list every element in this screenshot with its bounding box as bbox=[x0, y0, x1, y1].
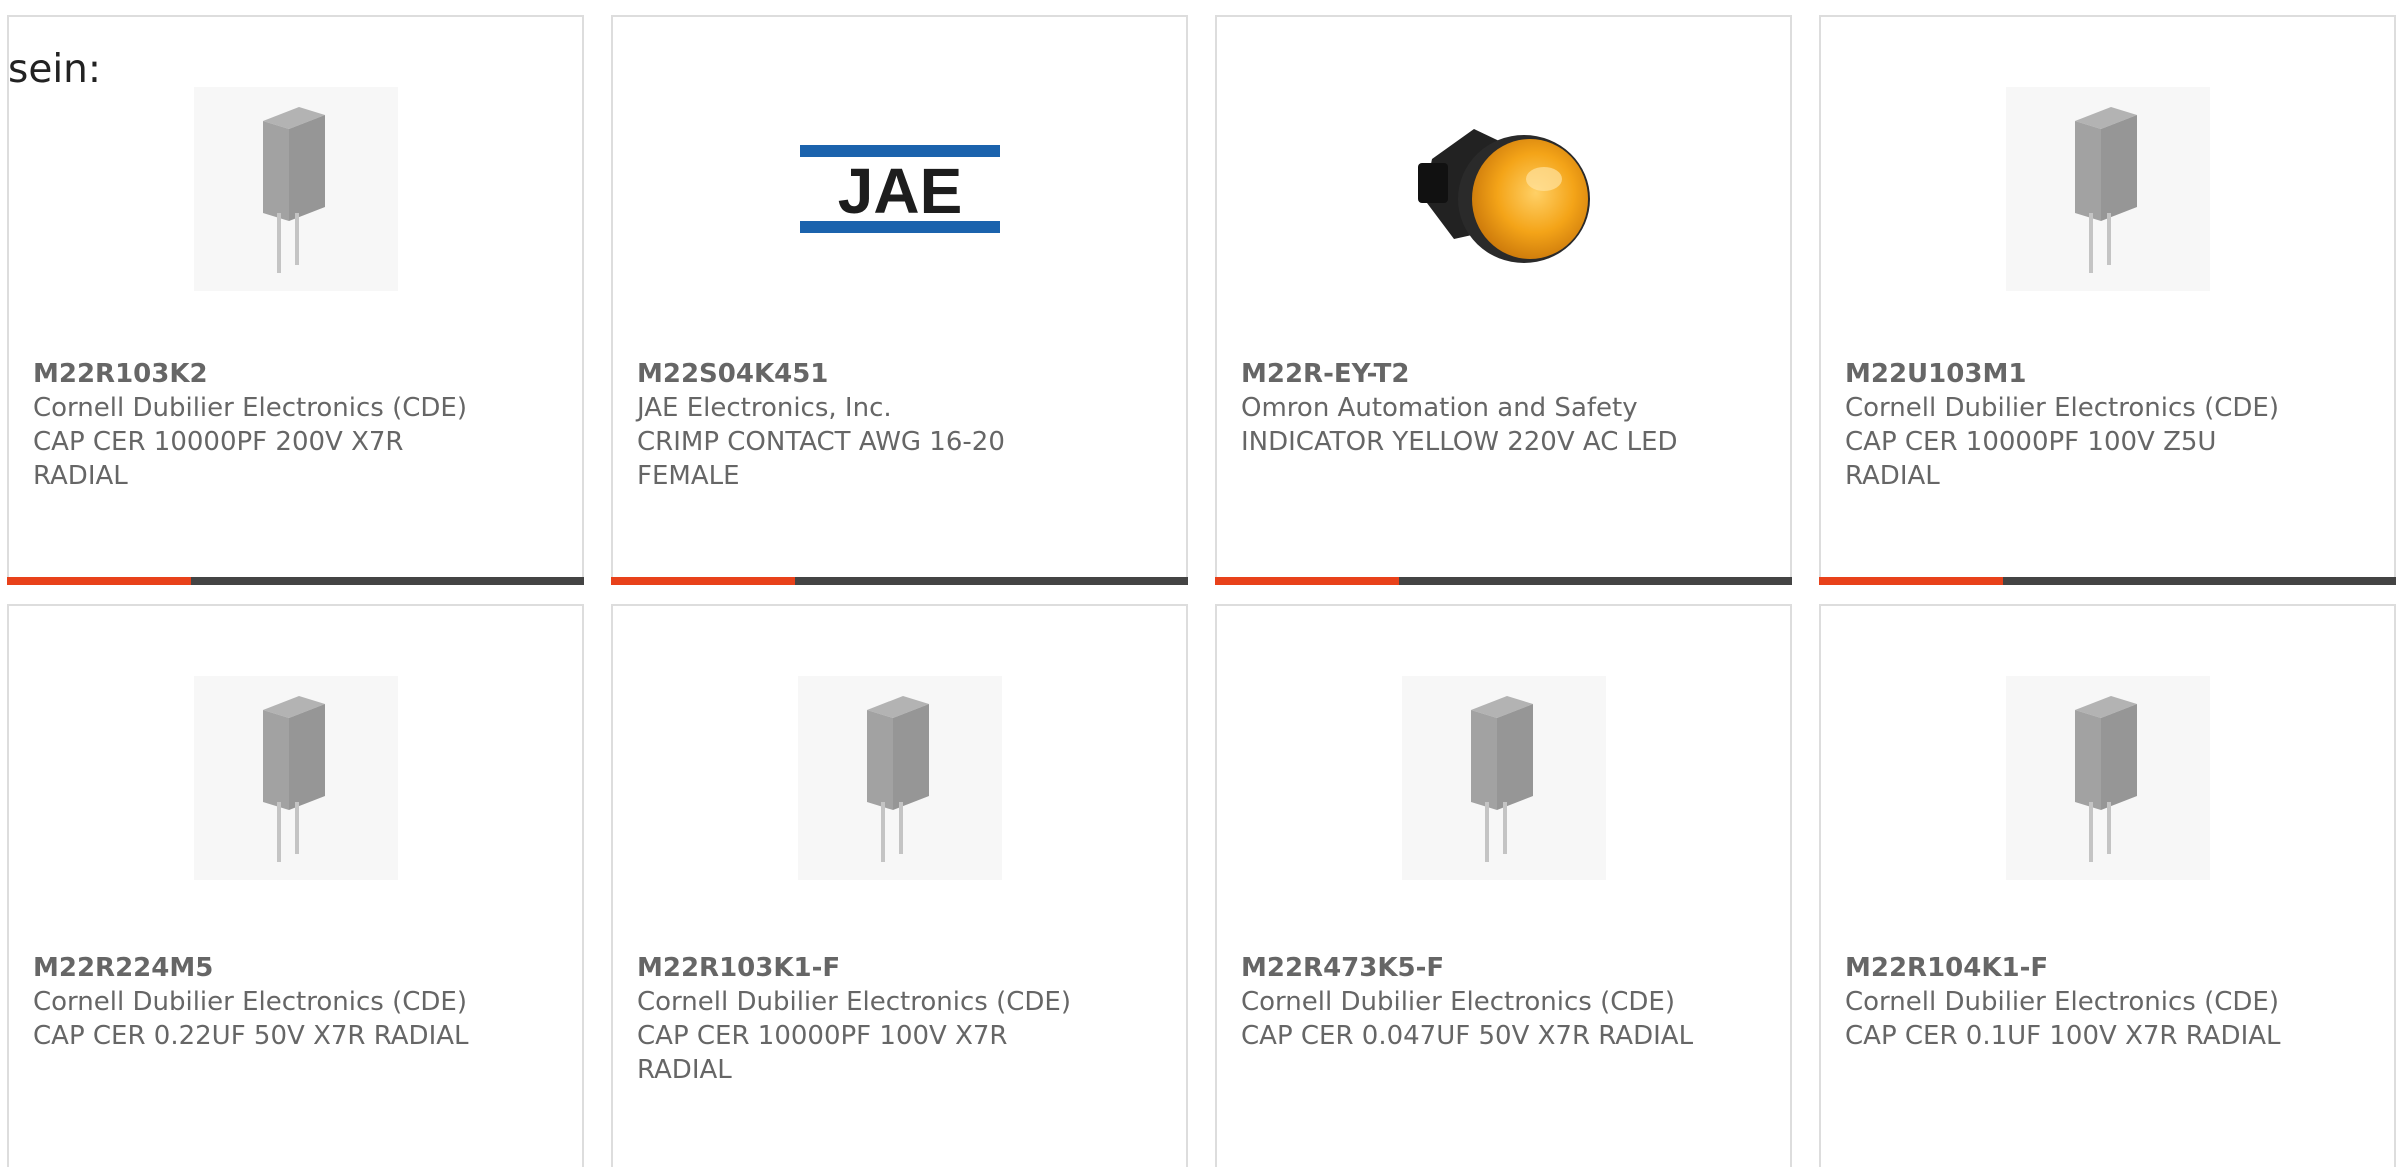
product-image[interactable]: JAE bbox=[797, 87, 1002, 291]
product-description: CAP CER 0.1UF 100V X7R RADIAL bbox=[1845, 1021, 2281, 1051]
product-grid: M22R103K2 Cornell Dubilier Electronics (… bbox=[0, 0, 2400, 1167]
manufacturer-name: Cornell Dubilier Electronics (CDE) bbox=[33, 987, 467, 1017]
accent-segment bbox=[7, 577, 191, 585]
product-description: CRIMP CONTACT AWG 16-20 FEMALE bbox=[637, 427, 1005, 491]
manufacturer-name: Cornell Dubilier Electronics (CDE) bbox=[1241, 987, 1675, 1017]
product-description: CAP CER 0.047UF 50V X7R RADIAL bbox=[1241, 1021, 1694, 1051]
product-card[interactable]: M22R-EY-T2 Omron Automation and Safety I… bbox=[1215, 15, 1792, 585]
radial-capacitor-icon bbox=[1470, 696, 1533, 862]
product-description: CAP CER 10000PF 200V X7R RADIAL bbox=[33, 427, 404, 491]
product-image[interactable] bbox=[1401, 87, 1606, 291]
intro-text: sein: bbox=[8, 47, 102, 92]
product-description: INDICATOR YELLOW 220V AC LED bbox=[1241, 427, 1678, 457]
manufacturer-name: Cornell Dubilier Electronics (CDE) bbox=[33, 393, 467, 423]
part-number-link[interactable]: M22R224M5 bbox=[33, 951, 558, 985]
product-card[interactable]: M22R224M5 Cornell Dubilier Electronics (… bbox=[7, 604, 584, 1167]
jae-logo: JAE bbox=[799, 145, 1000, 233]
part-number-link[interactable]: M22R473K5-F bbox=[1241, 951, 1766, 985]
product-description: CAP CER 10000PF 100V X7R RADIAL bbox=[637, 1021, 1008, 1085]
radial-capacitor-icon bbox=[2074, 107, 2137, 273]
card-accent-bar bbox=[611, 577, 1188, 585]
manufacturer-name: JAE Electronics, Inc. bbox=[637, 393, 892, 423]
radial-capacitor-icon bbox=[866, 696, 929, 862]
radial-capacitor-icon bbox=[2074, 696, 2137, 862]
product-description: CAP CER 0.22UF 50V X7R RADIAL bbox=[33, 1021, 469, 1051]
product-card[interactable]: JAE M22S04K451 JAE Electronics, Inc. CRI… bbox=[611, 15, 1188, 585]
product-info: M22R473K5-F Cornell Dubilier Electronics… bbox=[1241, 951, 1766, 1053]
manufacturer-name: Cornell Dubilier Electronics (CDE) bbox=[637, 987, 1071, 1017]
jae-logo-text: JAE bbox=[837, 155, 962, 227]
product-info: M22R104K1-F Cornell Dubilier Electronics… bbox=[1845, 951, 2370, 1053]
accent-segment bbox=[1819, 577, 2003, 585]
part-number-link[interactable]: M22R103K1-F bbox=[637, 951, 1162, 985]
product-image[interactable] bbox=[797, 676, 1002, 880]
product-card[interactable]: M22R104K1-F Cornell Dubilier Electronics… bbox=[1819, 604, 2396, 1167]
part-number-link[interactable]: M22R103K2 bbox=[33, 357, 558, 391]
manufacturer-name: Cornell Dubilier Electronics (CDE) bbox=[1845, 393, 2279, 423]
product-description: CAP CER 10000PF 100V Z5U RADIAL bbox=[1845, 427, 2217, 491]
part-number-link[interactable]: M22U103M1 bbox=[1845, 357, 2370, 391]
radial-capacitor-icon bbox=[262, 696, 325, 862]
manufacturer-name: Cornell Dubilier Electronics (CDE) bbox=[1845, 987, 2279, 1017]
product-image[interactable] bbox=[193, 676, 398, 880]
card-accent-bar bbox=[1215, 577, 1792, 585]
manufacturer-name: Omron Automation and Safety bbox=[1241, 393, 1638, 423]
product-info: M22R103K1-F Cornell Dubilier Electronics… bbox=[637, 951, 1162, 1087]
part-number-link[interactable]: M22R104K1-F bbox=[1845, 951, 2370, 985]
product-info: M22U103M1 Cornell Dubilier Electronics (… bbox=[1845, 357, 2370, 493]
card-accent-bar bbox=[1819, 577, 2396, 585]
product-image[interactable] bbox=[193, 87, 398, 291]
card-accent-bar bbox=[7, 577, 584, 585]
indicator-lamp-icon bbox=[1417, 129, 1590, 263]
product-image[interactable] bbox=[1401, 676, 1606, 880]
part-number-link[interactable]: M22R-EY-T2 bbox=[1241, 357, 1766, 391]
product-card[interactable]: M22R103K2 Cornell Dubilier Electronics (… bbox=[7, 15, 584, 585]
accent-segment bbox=[611, 577, 795, 585]
product-info: M22S04K451 JAE Electronics, Inc. CRIMP C… bbox=[637, 357, 1162, 493]
product-card[interactable]: M22R103K1-F Cornell Dubilier Electronics… bbox=[611, 604, 1188, 1167]
product-image[interactable] bbox=[2005, 676, 2210, 880]
product-card[interactable]: M22U103M1 Cornell Dubilier Electronics (… bbox=[1819, 15, 2396, 585]
accent-segment bbox=[1215, 577, 1399, 585]
product-info: M22R-EY-T2 Omron Automation and Safety I… bbox=[1241, 357, 1766, 459]
product-card[interactable]: M22R473K5-F Cornell Dubilier Electronics… bbox=[1215, 604, 1792, 1167]
radial-capacitor-icon bbox=[262, 107, 325, 273]
product-info: M22R103K2 Cornell Dubilier Electronics (… bbox=[33, 357, 558, 493]
part-number-link[interactable]: M22S04K451 bbox=[637, 357, 1162, 391]
product-info: M22R224M5 Cornell Dubilier Electronics (… bbox=[33, 951, 558, 1053]
product-image[interactable] bbox=[2005, 87, 2210, 291]
